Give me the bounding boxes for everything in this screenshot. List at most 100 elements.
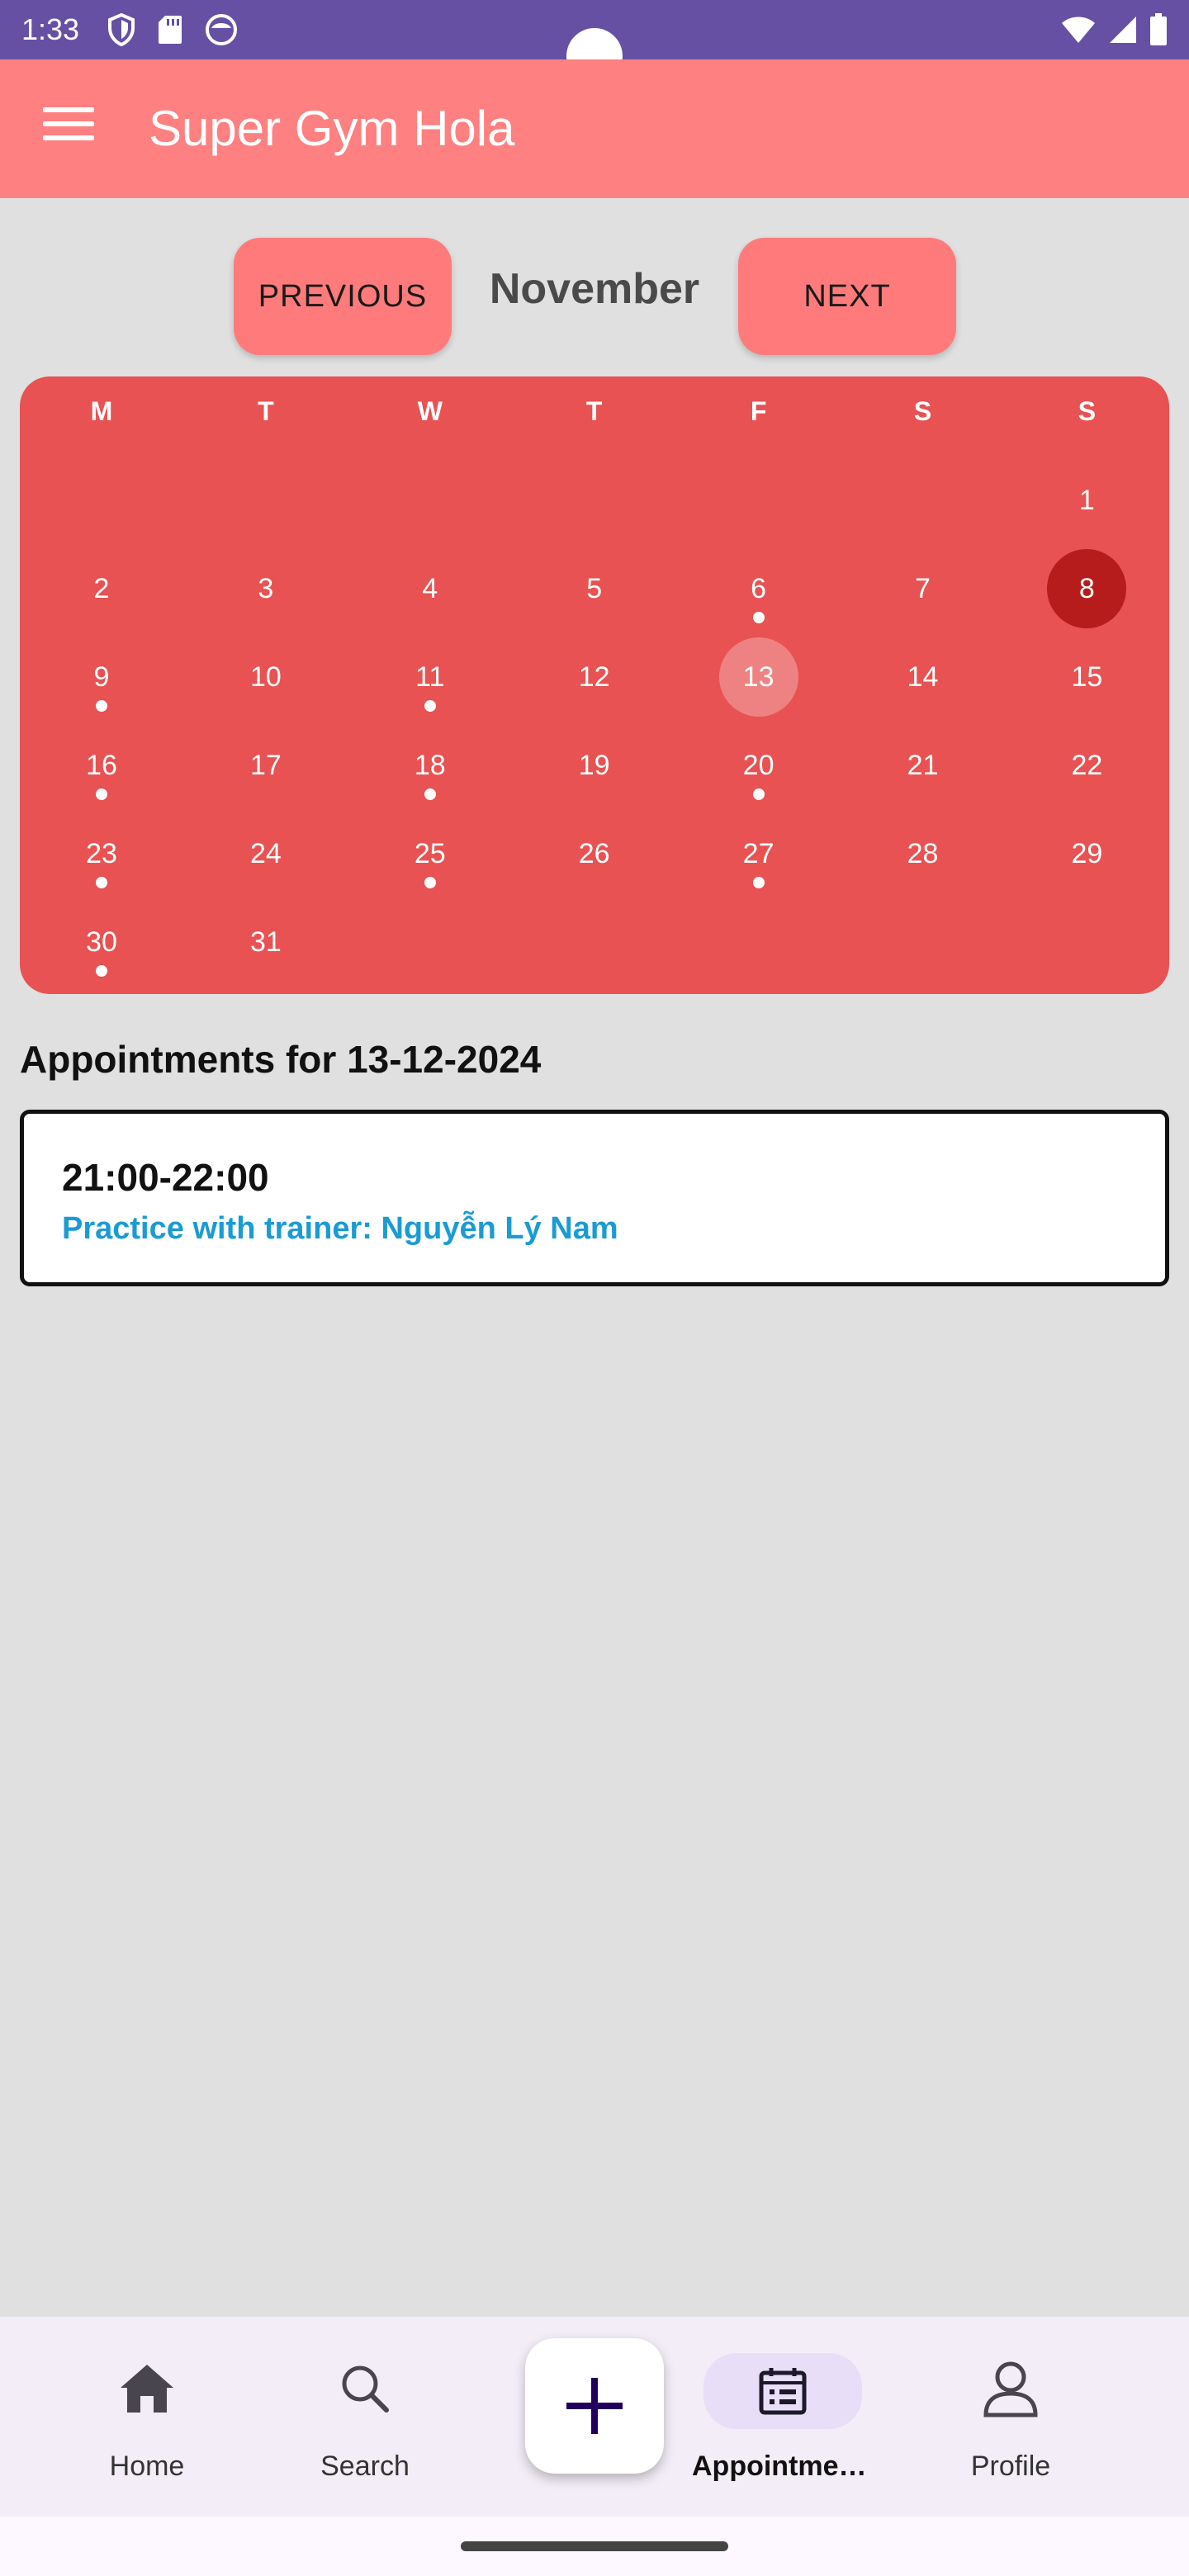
wifi-icon	[1062, 17, 1095, 43]
calendar-day[interactable]: 28	[841, 814, 1005, 893]
appointment-card[interactable]: 21:00-22:00 Practice with trainer: Nguyễ…	[20, 1110, 1169, 1286]
day-number: 4	[422, 573, 438, 604]
calendar-list-icon	[703, 2353, 862, 2429]
calendar-day[interactable]: 1	[1005, 461, 1168, 540]
weekday-header: S	[1078, 396, 1097, 426]
calendar-day[interactable]: 27	[677, 814, 841, 893]
plus-icon	[566, 2378, 623, 2434]
calendar-day[interactable]: 12	[513, 637, 676, 717]
shield-icon	[108, 13, 135, 46]
appointment-dot	[424, 877, 436, 888]
calendar-day[interactable]: 10	[184, 637, 348, 717]
app-title: Super Gym Hola	[149, 101, 515, 156]
calendar-day[interactable]: 18	[348, 726, 512, 805]
sd-card-icon	[159, 16, 182, 44]
day-number: 21	[907, 750, 939, 781]
nav-label-appointments: Appointment...	[692, 2451, 874, 2482]
appointment-dot	[96, 700, 107, 712]
calendar-day[interactable]: 14	[841, 637, 1005, 717]
calendar-day[interactable]: 11	[348, 637, 512, 717]
appointment-dot	[96, 877, 107, 888]
calendar-day[interactable]: 4	[348, 549, 512, 628]
add-appointment-fab[interactable]	[525, 2338, 664, 2474]
calendar-day[interactable]: 2	[20, 549, 183, 628]
home-icon	[97, 2356, 197, 2421]
calendar-day[interactable]: 30	[20, 902, 183, 982]
nav-label-search: Search	[320, 2451, 410, 2482]
calendar-day[interactable]: 22	[1005, 726, 1168, 805]
app-bar: Super Gym Hola	[0, 59, 1189, 198]
calendar-day[interactable]: 15	[1005, 637, 1168, 717]
appointments-heading: Appointments for 13-12-2024	[20, 1038, 542, 1081]
face-icon	[206, 14, 237, 45]
day-number: 31	[249, 926, 282, 958]
day-number: 5	[586, 573, 603, 604]
person-icon	[961, 2356, 1060, 2421]
day-number: 15	[1071, 661, 1103, 693]
signal-icon	[1110, 17, 1136, 43]
calendar-day[interactable]: 8	[1005, 549, 1168, 628]
day-number: 3	[258, 573, 274, 604]
nav-item-search[interactable]: Search	[274, 2346, 456, 2495]
weekday-header: T	[258, 396, 274, 426]
appointment-dot	[752, 612, 765, 623]
calendar-day[interactable]: 3	[184, 549, 348, 628]
calendar-day[interactable]: 13	[677, 637, 841, 717]
calendar-day[interactable]: 7	[841, 549, 1005, 628]
weekday-header: S	[913, 396, 932, 426]
day-number: 1	[1078, 485, 1095, 516]
calendar-day[interactable]: 21	[841, 726, 1005, 805]
appointment-dot	[424, 788, 436, 800]
day-number: 19	[578, 750, 610, 781]
calendar-day[interactable]: 26	[513, 814, 676, 893]
previous-month-button[interactable]: PREVIOUS	[234, 238, 452, 355]
weekday-header: T	[585, 396, 603, 426]
status-time: 1:33	[21, 12, 80, 46]
day-number: 26	[578, 838, 610, 869]
calendar-day[interactable]: 20	[677, 726, 841, 805]
calendar-day[interactable]: 29	[1005, 814, 1168, 893]
status-icons-left	[107, 13, 238, 46]
day-number: 28	[907, 838, 939, 869]
day-number: 14	[907, 661, 939, 693]
appointment-dot	[752, 788, 765, 800]
calendar-day[interactable]: 16	[20, 726, 183, 805]
gesture-handle[interactable]	[461, 2541, 728, 2551]
status-bar: 1:33	[0, 0, 1189, 84]
nav-label-home: Home	[109, 2451, 185, 2482]
hamburger-menu-icon[interactable]	[43, 107, 94, 150]
appointment-dot	[752, 877, 765, 888]
weekday-header: M	[90, 396, 113, 426]
appointment-dot	[96, 965, 107, 977]
day-number: 12	[578, 661, 610, 693]
appointment-time: 21:00-22:00	[62, 1156, 269, 1199]
nav-label-profile: Profile	[970, 2451, 1051, 2482]
search-icon	[315, 2356, 414, 2421]
calendar-day[interactable]: 17	[184, 726, 348, 805]
day-number: 17	[249, 750, 282, 781]
calendar-day[interactable]: 25	[348, 814, 512, 893]
calendar-day[interactable]: 9	[20, 637, 183, 717]
nav-item-profile[interactable]: Profile	[920, 2346, 1101, 2495]
day-number: 13	[742, 661, 775, 693]
calendar-day[interactable]: 5	[513, 549, 676, 628]
weekday-header: F	[750, 396, 767, 426]
day-number: 22	[1071, 750, 1103, 781]
calendar-day[interactable]: 24	[184, 814, 348, 893]
next-month-button[interactable]: NEXT	[738, 238, 956, 355]
day-number: 10	[249, 661, 282, 693]
day-number: 24	[249, 838, 282, 869]
nav-item-appointments[interactable]: Appointment...	[692, 2346, 874, 2495]
weekday-header: W	[417, 396, 443, 426]
calendar-grid: M T W T F S S 1 2 3 4 5 6 7 8 9 10 11 12 13 14 15 16 17 18 19 20 21…	[20, 376, 1169, 994]
status-icons-right	[1060, 13, 1168, 46]
month-label: November	[489, 265, 700, 313]
appointment-dot	[424, 700, 436, 712]
nav-item-home[interactable]: Home	[56, 2346, 238, 2495]
appointment-dot	[96, 788, 107, 800]
calendar-day[interactable]: 31	[184, 902, 348, 982]
calendar-day[interactable]: 6	[677, 549, 841, 628]
battery-icon	[1150, 13, 1167, 45]
calendar-day[interactable]: 19	[513, 726, 676, 805]
calendar-day[interactable]: 23	[20, 814, 183, 893]
